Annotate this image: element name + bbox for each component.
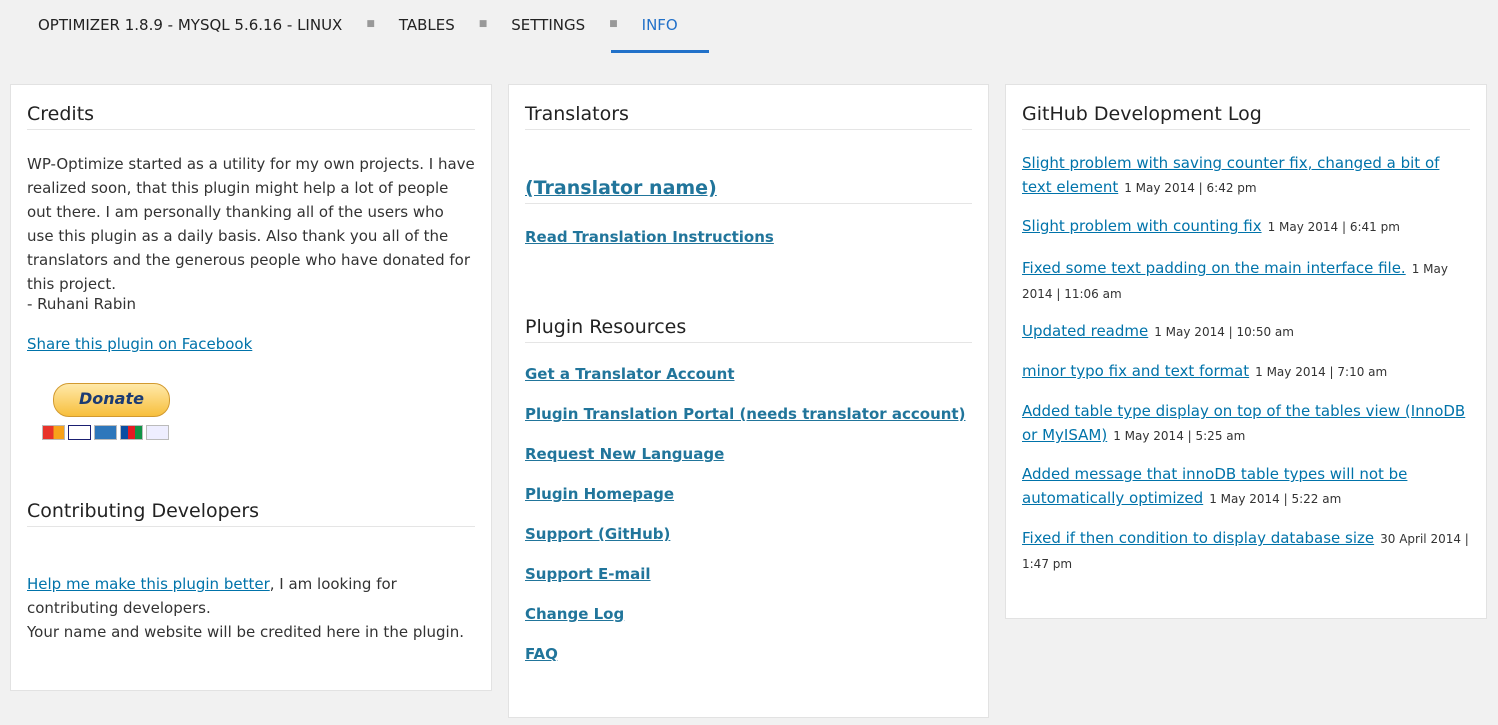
log-entry: Slight problem with counting fix 1 May 20… [1022,214,1470,239]
resource-link[interactable]: Get a Translator Account [525,365,735,383]
amex-icon [94,425,117,440]
nav-separator: ■ [366,19,375,29]
donate-button[interactable]: Donate [53,383,170,417]
tab-optimizer[interactable]: OPTIMIZER 1.8.9 - MYSQL 5.6.16 - LINUX [38,3,342,47]
jcb-icon [120,425,143,440]
bank-icon [146,425,169,440]
log-entry: Updated readme 1 May 2014 | 10:50 am [1022,319,1470,344]
help-link[interactable]: Help me make this plugin better [27,575,270,593]
log-entry: minor typo fix and text format 1 May 2014… [1022,359,1470,384]
resource-link[interactable]: Plugin Homepage [525,485,674,503]
log-entry-link[interactable]: Slight problem with counting fix [1022,217,1262,235]
translator-name-link[interactable]: (Translator name) [525,177,717,199]
translators-title: Translators [525,103,972,130]
nav-separator: ■ [478,19,488,29]
log-entry-link[interactable]: Fixed some text padding on the main inte… [1022,259,1406,277]
tab-info[interactable]: INFO [610,3,709,53]
translator-divider [525,203,972,204]
credits-panel: Credits WP-Optimize started as a utility… [10,84,492,691]
tab-tables[interactable]: TABLES [399,3,455,47]
top-nav: OPTIMIZER 1.8.9 - MYSQL 5.6.16 - LINUX ■… [38,0,709,53]
log-entry: Added message that innoDB table types wi… [1022,462,1470,511]
log-entry-meta: 1 May 2014 | 5:25 am [1113,429,1246,443]
payment-cards [42,425,169,440]
resource-link[interactable]: Change Log [525,605,624,623]
log-entry: Fixed if then condition to display datab… [1022,526,1470,576]
log-entry-meta: 1 May 2014 | 10:50 am [1154,325,1294,339]
translators-panel: Translators (Translator name) Read Trans… [508,84,989,718]
log-entry-link[interactable]: Fixed if then condition to display datab… [1022,529,1374,547]
log-entry-meta: 1 May 2014 | 5:22 am [1209,492,1342,506]
github-title: GitHub Development Log [1022,103,1470,130]
log-entry-meta: 1 May 2014 | 7:10 am [1255,365,1388,379]
log-entry-meta: 1 May 2014 | 6:42 pm [1124,181,1257,195]
log-entry-meta: 1 May 2014 | 6:41 pm [1267,220,1400,234]
share-facebook-link[interactable]: Share this plugin on Facebook [27,335,252,353]
tab-settings[interactable]: SETTINGS [511,3,585,47]
translation-instructions-link[interactable]: Read Translation Instructions [525,228,774,246]
github-log-panel: GitHub Development Log Slight problem wi… [1005,84,1487,619]
resource-link[interactable]: Support E-mail [525,565,651,583]
log-entry-link[interactable]: minor typo fix and text format [1022,362,1249,380]
contrib-text: Help me make this plugin better, I am lo… [27,572,475,644]
resource-link[interactable]: Request New Language [525,445,724,463]
resource-link[interactable]: FAQ [525,645,558,663]
resources-title: Plugin Resources [525,316,972,343]
credits-text: WP-Optimize started as a utility for my … [27,155,475,293]
log-entry: Slight problem with saving counter fix, … [1022,151,1470,200]
log-entry: Added table type display on top of the t… [1022,399,1470,448]
visa-icon [68,425,91,440]
credits-author: - Ruhani Rabin [27,295,137,313]
credits-title: Credits [27,103,475,130]
contrib-line2: Your name and website will be credited h… [27,623,464,641]
log-entry: Fixed some text padding on the main inte… [1022,256,1470,306]
log-entry-link[interactable]: Updated readme [1022,322,1148,340]
contrib-title: Contributing Developers [27,500,475,527]
mastercard-icon [42,425,65,440]
resource-link[interactable]: Support (GitHub) [525,525,670,543]
resource-link[interactable]: Plugin Translation Portal (needs transla… [525,405,965,423]
